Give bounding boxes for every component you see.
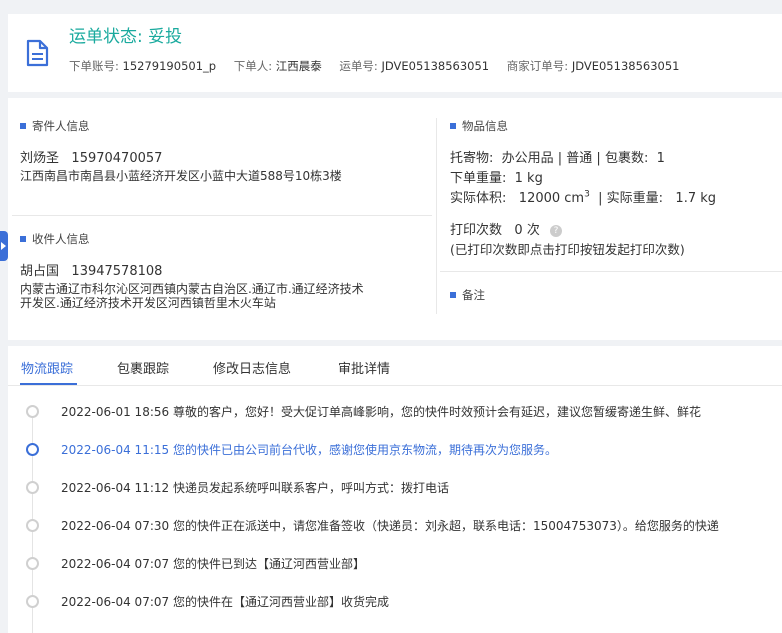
order-status-header: 运单状态: 妥投 下单账号: 15279190501_p 下单人: 江西晨泰 运… — [8, 14, 782, 92]
tab-approval-details[interactable]: 审批详情 — [338, 358, 390, 377]
goods-remark-divider — [440, 271, 782, 272]
active-tab-indicator — [20, 383, 77, 385]
goods-section-title: 物品信息 — [450, 118, 508, 134]
remark-section-title: 备注 — [450, 287, 485, 303]
timeline-dot — [26, 481, 39, 494]
sender-receiver-divider — [12, 215, 432, 216]
timeline-dot — [26, 595, 39, 608]
orderer-value: 江西晨泰 — [275, 59, 322, 73]
section-marker-icon — [20, 235, 26, 242]
timeline-dot — [26, 519, 39, 532]
print-count: 打印次数 0 次 ? — [450, 219, 562, 238]
timeline-item: 2022-06-04 07:07 您的快件已到达【通辽河西营业部】 — [61, 557, 365, 571]
column-divider — [436, 118, 437, 314]
account-value: 15279190501_p — [122, 59, 217, 73]
actual-volume-weight: 实际体积: 12000 cm3 | 实际重量: 1.7 kg — [450, 189, 717, 206]
tab-change-log[interactable]: 修改日志信息 — [213, 358, 291, 377]
tab-logistics-tracking[interactable]: 物流跟踪 — [21, 358, 73, 377]
sender-name: 刘炀圣 — [20, 151, 60, 166]
timeline-dot — [26, 405, 39, 418]
timeline-dot — [26, 557, 39, 570]
sender-contact: 刘炀圣 15970470057 — [20, 147, 162, 166]
timeline-item: 2022-06-04 11:12 快递员发起系统呼叫联系客户，呼叫方式：拨打电话 — [61, 481, 449, 495]
expand-arrow-icon[interactable] — [0, 231, 8, 261]
tab-package-tracking[interactable]: 包裹跟踪 — [117, 358, 169, 377]
sender-phone: 15970470057 — [71, 151, 163, 166]
waybill-value: JDVE05138563051 — [381, 59, 490, 73]
sender-address: 江西南昌市南昌县小蓝经济开发区小蓝中大道588号10栋3楼 — [20, 169, 342, 183]
order-status-title: 运单状态: 妥投 — [69, 27, 183, 47]
order-info-card: 寄件人信息 刘炀圣 15970470057 江西南昌市南昌县小蓝经济开发区小蓝中… — [8, 98, 782, 340]
print-count-value: 0 次 — [514, 223, 540, 238]
section-marker-icon — [450, 291, 456, 298]
document-icon — [26, 39, 49, 67]
timeline-item-latest: 2022-06-04 11:15 您的快件已由公司前台代收，感谢您使用京东物流，… — [61, 443, 557, 457]
timeline-item: 2022-06-01 18:56 尊敬的客户，您好！受大促订单高峰影响，您的快件… — [61, 405, 701, 419]
section-marker-icon — [20, 122, 26, 129]
receiver-address-line2: 开发区.通辽经济技术开发区河西镇哲里木火车站 — [20, 296, 276, 310]
account-label: 下单账号: — [69, 59, 119, 73]
timeline-item: 2022-06-04 07:07 您的快件在【通辽河西营业部】收货完成 — [61, 595, 389, 609]
help-icon[interactable]: ? — [549, 224, 562, 237]
orderer-label: 下单人: — [233, 59, 273, 73]
package-count: 1 — [656, 151, 665, 166]
tracking-tabs: 物流跟踪 包裹跟踪 修改日志信息 审批详情 — [8, 346, 782, 386]
receiver-section-title: 收件人信息 — [20, 231, 90, 247]
order-weight: 下单重量: 1 kg — [450, 171, 543, 186]
waybill-label: 运单号: — [339, 59, 378, 73]
merchant-order-value: JDVE05138563051 — [571, 59, 680, 73]
receiver-phone: 13947578108 — [71, 264, 163, 279]
receiver-contact: 胡占国 13947578108 — [20, 260, 162, 279]
order-meta-row: 下单账号: 15279190501_p 下单人: 江西晨泰 运单号: JDVE0… — [69, 58, 693, 74]
timeline-dot-active — [26, 443, 39, 456]
tracking-card: 物流跟踪 包裹跟踪 修改日志信息 审批详情 2022-06-01 18:56 尊… — [8, 346, 782, 633]
sender-section-title: 寄件人信息 — [20, 118, 90, 134]
merchant-order-label: 商家订单号: — [506, 59, 569, 73]
timeline-item: 2022-06-04 07:30 您的快件正在派送中，请您准备签收（快递员：刘永… — [61, 519, 719, 533]
receiver-name: 胡占国 — [20, 264, 60, 279]
section-marker-icon — [450, 122, 456, 129]
goods-consignment: 托寄物: 办公用品 | 普通 | 包裹数: 1 — [450, 151, 665, 166]
print-note: (已打印次数即点击打印按钮发起打印次数) — [450, 242, 685, 257]
